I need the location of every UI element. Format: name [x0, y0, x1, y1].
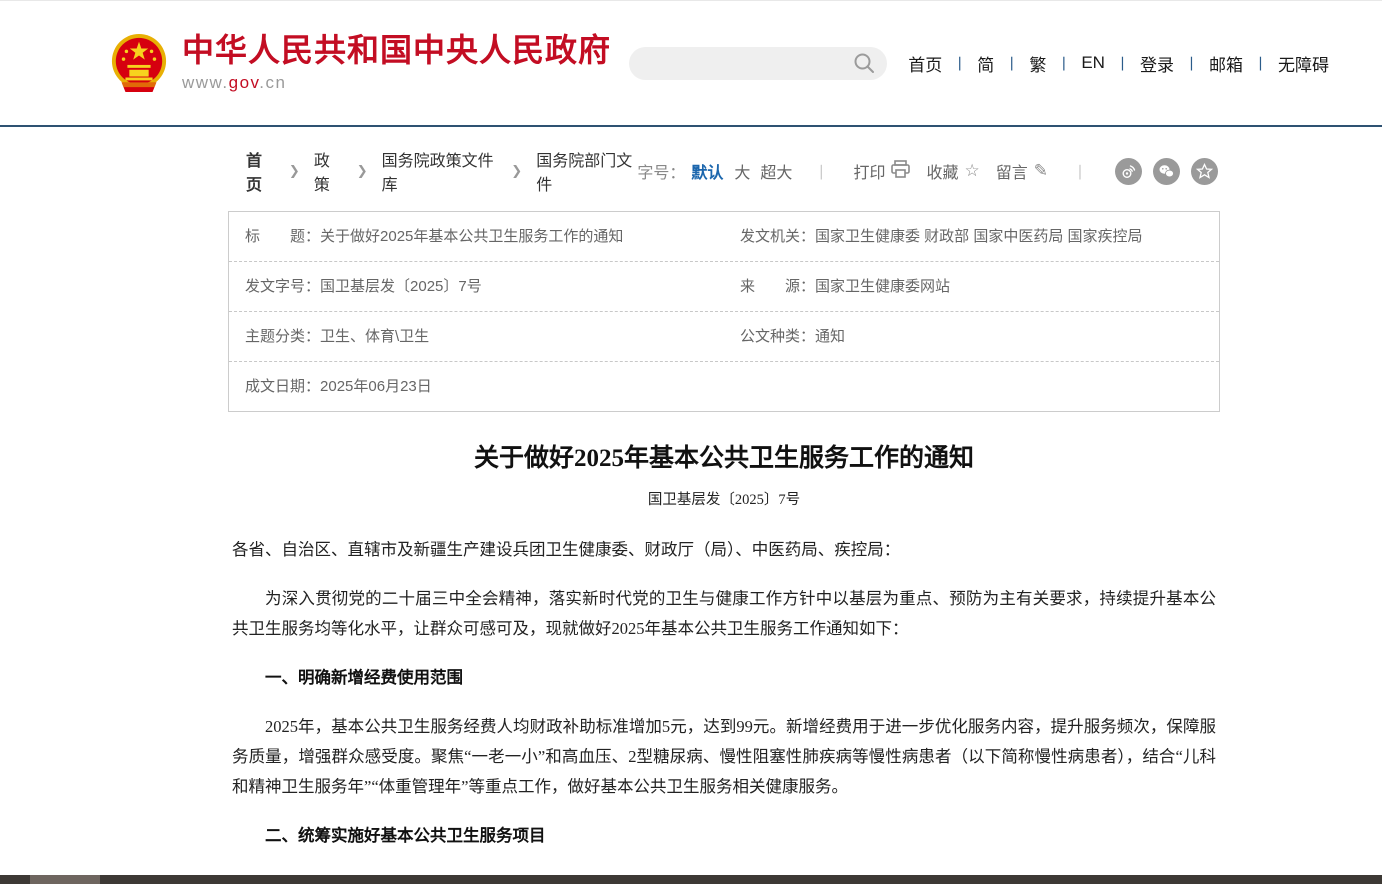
breadcrumb-home[interactable]: 首页: [246, 147, 275, 195]
search-icon[interactable]: [853, 52, 875, 79]
nav-simplified[interactable]: 简: [976, 51, 995, 76]
site-title: 中华人民共和国中央人民政府: [182, 33, 611, 68]
section-heading-2: 二、统筹实施好基本公共卫生服务项目: [232, 821, 1216, 851]
breadcrumb-toolbar-row: 首页 ❯ 政策 ❯ 国务院政策文件库 ❯ 国务院部门文件 字号： 默认 大 超大…: [228, 127, 1220, 209]
meta-date-cell: 成文日期：2025年06月23日: [229, 362, 724, 411]
article-title: 关于做好2025年基本公共卫生服务工作的通知: [232, 438, 1216, 474]
meta-topic-category-cell: 主题分类：卫生、体育\卫生: [229, 312, 724, 361]
article: 关于做好2025年基本公共卫生服务工作的通知 国卫基层发〔2025〕7号 各省、…: [228, 412, 1220, 884]
paragraph-salutation: 各省、自治区、直辖市及新疆生产建设兵团卫生健康委、财政厅（局）、中医药局、疾控局…: [232, 535, 1216, 565]
site-logo[interactable]: 中华人民共和国中央人民政府 www.gov.cn: [110, 32, 611, 94]
font-size-default-button[interactable]: 默认: [691, 159, 723, 183]
share-wechat-button[interactable]: [1153, 158, 1180, 185]
share-weibo-button[interactable]: [1115, 158, 1142, 185]
meta-row: 标 题：关于做好2025年基本公共卫生服务工作的通知 发文机关：国家卫生健康委 …: [229, 212, 1219, 262]
search-input[interactable]: [629, 47, 887, 80]
printer-icon: [891, 160, 910, 183]
pencil-icon: ✎: [1034, 161, 1048, 181]
document-meta-table: 标 题：关于做好2025年基本公共卫生服务工作的通知 发文机关：国家卫生健康委 …: [228, 211, 1220, 412]
qzone-star-icon: [1196, 163, 1213, 180]
chevron-right-icon: ❯: [289, 163, 300, 179]
header-right: 首页丨简丨繁丨EN丨登录丨邮箱丨无障碍: [629, 47, 1330, 80]
paragraph: 为深入贯彻党的二十届三中全会精神，落实新时代党的卫生与健康工作方针中以基层为重点…: [232, 584, 1216, 644]
footer-top-edge: [0, 875, 1382, 884]
chevron-right-icon: ❯: [511, 163, 522, 179]
article-body: 各省、自治区、直辖市及新疆生产建设兵团卫生健康委、财政厅（局）、中医药局、疾控局…: [232, 535, 1216, 884]
meta-source-cell: 来 源：国家卫生健康委网站: [724, 262, 1219, 311]
chevron-right-icon: ❯: [357, 163, 368, 179]
nav-home[interactable]: 首页: [907, 51, 943, 76]
comment-button[interactable]: 留言 ✎: [996, 159, 1048, 183]
wechat-icon: [1158, 163, 1175, 180]
font-size-xlarge-button[interactable]: 超大: [760, 159, 792, 183]
meta-row: 主题分类：卫生、体育\卫生 公文种类：通知: [229, 312, 1219, 362]
page-toolbar: 字号： 默认 大 超大 丨 打印 收藏 ☆ 留言: [637, 158, 1218, 185]
font-size-large-button[interactable]: 大: [734, 159, 750, 183]
paragraph: 2025年，基本公共卫生服务经费人均财政补助标准增加5元，达到99元。新增经费用…: [232, 712, 1216, 802]
meta-row: 成文日期：2025年06月23日: [229, 362, 1219, 411]
breadcrumb: 首页 ❯ 政策 ❯ 国务院政策文件库 ❯ 国务院部门文件: [246, 147, 637, 195]
meta-empty-cell: [724, 373, 1219, 401]
nav-accessibility[interactable]: 无障碍: [1277, 51, 1330, 76]
meta-doc-type-cell: 公文种类：通知: [724, 312, 1219, 361]
section-heading-1: 一、明确新增经费使用范围: [232, 663, 1216, 693]
star-icon: ☆: [964, 161, 979, 181]
weibo-icon: [1120, 163, 1137, 180]
breadcrumb-policy[interactable]: 政策: [314, 147, 343, 195]
meta-doc-number-cell: 发文字号：国卫基层发〔2025〕7号: [229, 262, 724, 311]
meta-row: 发文字号：国卫基层发〔2025〕7号 来 源：国家卫生健康委网站: [229, 262, 1219, 312]
share-qzone-button[interactable]: [1191, 158, 1218, 185]
site-url: www.gov.cn: [182, 73, 611, 93]
top-nav: 首页丨简丨繁丨EN丨登录丨邮箱丨无障碍: [907, 51, 1330, 76]
breadcrumb-policy-library[interactable]: 国务院政策文件库: [382, 147, 498, 195]
site-header: 中华人民共和国中央人民政府 www.gov.cn 首页丨简丨繁丨EN丨登录丨邮箱…: [0, 1, 1382, 125]
favorite-button[interactable]: 收藏 ☆: [926, 159, 979, 183]
meta-title-cell: 标 题：关于做好2025年基本公共卫生服务工作的通知: [229, 212, 724, 261]
breadcrumb-dept-docs[interactable]: 国务院部门文件: [536, 147, 637, 195]
print-button[interactable]: 打印: [853, 159, 910, 183]
site-title-block: 中华人民共和国中央人民政府 www.gov.cn: [182, 33, 611, 92]
main-content: 首页 ❯ 政策 ❯ 国务院政策文件库 ❯ 国务院部门文件 字号： 默认 大 超大…: [228, 127, 1220, 884]
font-size-label: 字号：: [637, 159, 685, 183]
nav-traditional[interactable]: 繁: [1028, 51, 1047, 76]
nav-english[interactable]: EN: [1080, 53, 1106, 73]
national-emblem-icon: [110, 32, 168, 94]
nav-login[interactable]: 登录: [1139, 51, 1175, 76]
meta-issuing-agency-cell: 发文机关：国家卫生健康委 财政部 国家中医药局 国家疾控局: [724, 212, 1219, 261]
nav-mail[interactable]: 邮箱: [1208, 51, 1244, 76]
article-doc-number: 国卫基层发〔2025〕7号: [232, 488, 1216, 509]
